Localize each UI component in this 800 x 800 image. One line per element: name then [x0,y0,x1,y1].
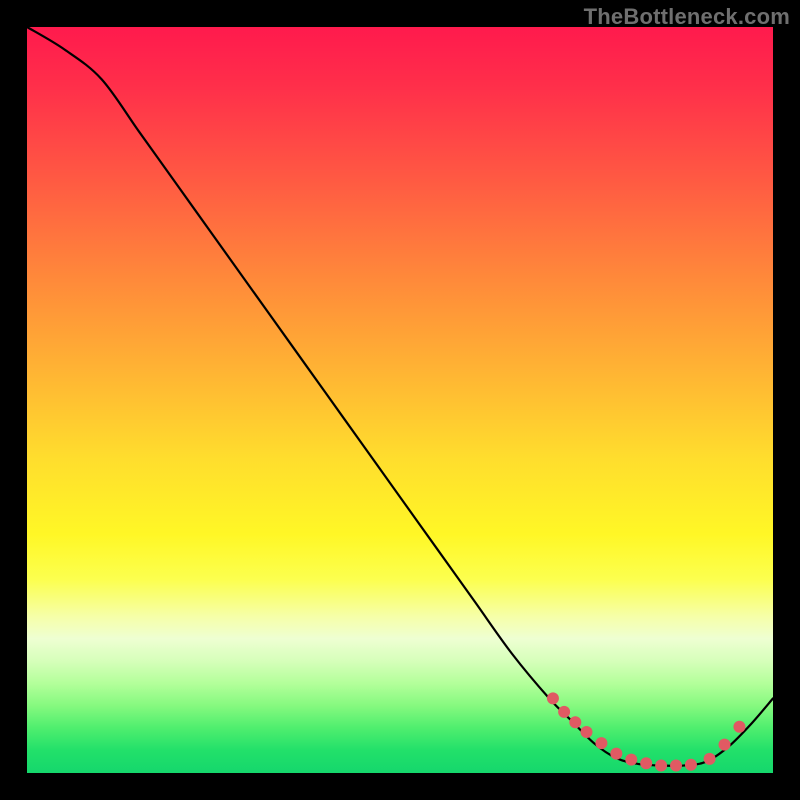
marker-dot [547,692,559,704]
marker-dot [595,737,607,749]
main-curve [27,27,773,766]
marker-dot [719,739,731,751]
marker-dot [655,760,667,772]
marker-dot [558,706,570,718]
marker-dots [547,692,746,771]
marker-dot [581,726,593,738]
chart-stage: TheBottleneck.com [0,0,800,800]
marker-dot [610,748,622,760]
marker-dot [670,760,682,772]
marker-dot [625,754,637,766]
marker-dot [733,721,745,733]
curve-layer [27,27,773,773]
marker-dot [685,759,697,771]
watermark-text: TheBottleneck.com [584,6,790,28]
marker-dot [569,716,581,728]
plot-area [27,27,773,773]
marker-dot [640,757,652,769]
marker-dot [704,753,716,765]
